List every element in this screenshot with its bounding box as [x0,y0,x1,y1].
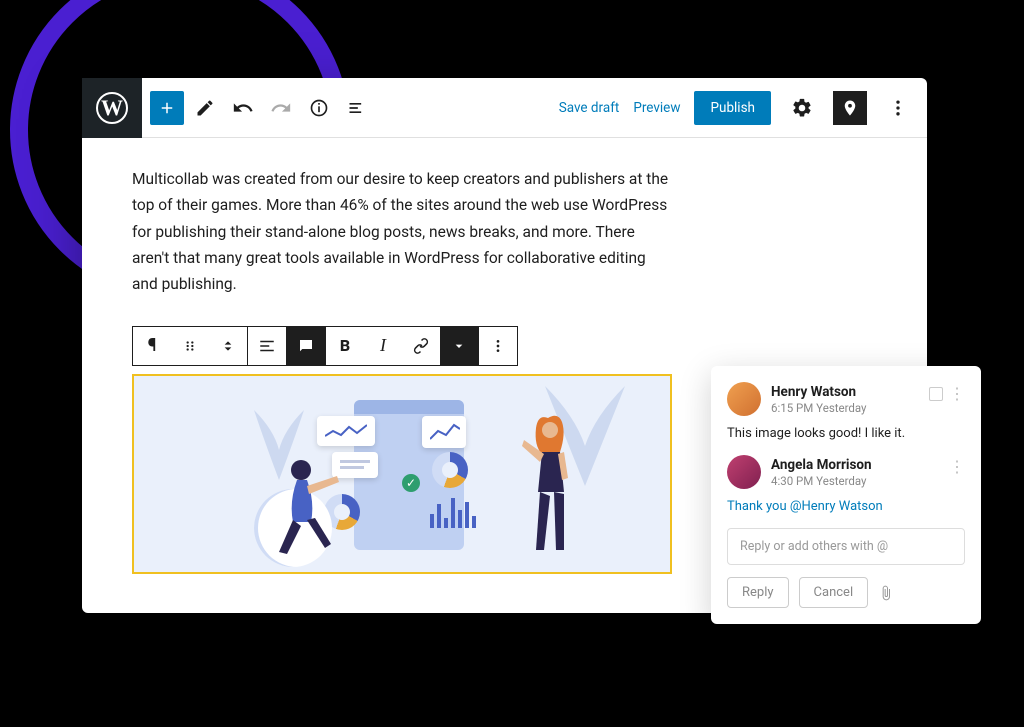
comment-more-button[interactable]: ⋮ [949,457,965,476]
chevrons-vertical-icon [220,338,236,354]
drag-icon [183,339,197,353]
wordpress-logo-button[interactable]: W [82,78,142,138]
bold-button[interactable]: B [326,327,364,365]
undo-button[interactable] [226,91,260,125]
add-block-button[interactable] [150,91,184,125]
comments-panel: Henry Watson 6:15 PM Yesterday ⋮ This im… [711,366,981,624]
image-block[interactable]: ✓ [132,374,672,574]
comment-icon [297,337,315,355]
block-more-button[interactable] [479,327,517,365]
align-button[interactable] [248,327,286,365]
redo-icon [270,97,292,119]
italic-icon: I [380,335,386,356]
link-button[interactable] [402,327,440,365]
outline-button[interactable] [340,91,374,125]
comment-body: This image looks good! I like it. [727,426,965,441]
comment-button[interactable] [287,327,325,365]
cancel-button[interactable]: Cancel [799,577,869,608]
comment-more-button[interactable]: ⋮ [949,384,965,403]
more-formatting-button[interactable] [440,327,478,365]
pin-icon [841,99,859,117]
align-icon [258,337,276,355]
link-icon [412,337,430,355]
plus-icon [158,99,176,117]
chevron-down-icon [451,338,467,354]
top-toolbar: W Save draft Preview [82,78,927,138]
resolve-checkbox[interactable] [929,387,943,401]
pencil-icon [195,98,215,118]
multicollab-pin-button[interactable] [833,91,867,125]
settings-button[interactable] [785,91,819,125]
list-icon [347,98,367,118]
mention-link[interactable]: @Henry Watson [790,499,883,514]
comment-time: 4:30 PM Yesterday [771,474,872,488]
comment-author: Henry Watson [771,384,867,400]
publish-button[interactable]: Publish [694,91,771,125]
comment-author: Angela Morrison [771,457,872,473]
avatar [727,382,761,416]
content-paragraph[interactable]: Multicollab was created from our desire … [132,166,672,298]
pilcrow-icon: ¶ [148,335,157,356]
reply-input[interactable]: Reply or add others with @ [727,528,965,565]
illustration: ✓ [134,376,670,572]
paragraph-block-button[interactable]: ¶ [133,327,171,365]
move-block-button[interactable] [209,327,247,365]
comment-thread-item: Henry Watson 6:15 PM Yesterday ⋮ This im… [727,382,965,441]
block-toolbar: ¶ B I [132,326,518,366]
comment-thread-item: Angela Morrison 4:30 PM Yesterday ⋮ Than… [727,455,965,514]
more-vertical-icon [888,98,908,118]
save-draft-button[interactable]: Save draft [559,100,620,116]
info-icon [309,98,329,118]
bold-icon: B [340,336,350,355]
drag-handle-button[interactable] [171,327,209,365]
more-vertical-icon [490,338,506,354]
comment-body: Thank you @Henry Watson [727,499,965,514]
info-button[interactable] [302,91,336,125]
editor-window: W Save draft Preview [82,78,927,613]
redo-button[interactable] [264,91,298,125]
wordpress-icon: W [96,92,128,124]
avatar [727,455,761,489]
more-options-button[interactable] [881,91,915,125]
undo-icon [232,97,254,119]
attach-icon[interactable] [878,585,894,601]
comment-time: 6:15 PM Yesterday [771,401,867,415]
preview-button[interactable]: Preview [633,100,680,116]
italic-button[interactable]: I [364,327,402,365]
reply-button[interactable]: Reply [727,577,789,608]
edit-mode-button[interactable] [188,91,222,125]
gear-icon [791,97,813,119]
